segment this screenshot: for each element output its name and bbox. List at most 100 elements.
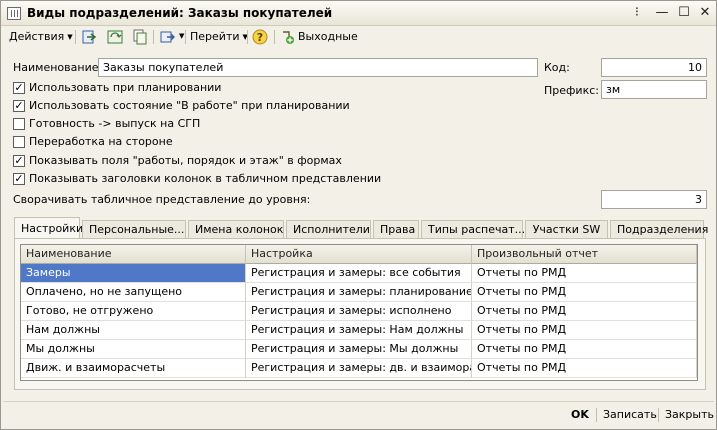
table-cell[interactable]: Регистрация и замеры: Мы должны <box>246 340 472 359</box>
code-value: 10 <box>688 61 702 74</box>
checkbox-box[interactable]: ✓ <box>13 155 25 167</box>
select-owner-icon[interactable] <box>81 29 97 45</box>
toolbar-separator <box>75 30 76 44</box>
table-row[interactable]: Готово, не отгружено Регистрация и замер… <box>21 302 697 321</box>
ok-button[interactable]: OK <box>571 407 589 423</box>
tab-departments[interactable]: Подразделения <box>610 220 708 239</box>
table-cell[interactable]: Регистрация и замеры: дв. и взаиморас... <box>246 359 472 378</box>
tab-label: Типы распечат... <box>428 223 526 236</box>
weekends-button[interactable]: Выходные <box>298 28 358 46</box>
actions-label: Действия <box>9 30 65 43</box>
refresh-icon[interactable] <box>107 29 123 45</box>
minimize-icon[interactable]: — <box>654 5 670 21</box>
toolbar-separator <box>247 30 248 44</box>
checkbox-label: Переработка на стороне <box>29 135 173 148</box>
table-cell[interactable]: Мы должны <box>21 340 246 359</box>
checkbox-label: Показывать поля "работы, порядок и этаж"… <box>29 154 342 167</box>
table-cell[interactable]: Регистрация и замеры: все события <box>246 264 472 283</box>
tab-rights[interactable]: Права <box>373 220 419 239</box>
table-cell[interactable]: Оплачено, но не запущено <box>21 283 246 302</box>
table-cell[interactable]: Отчеты по РМД <box>472 283 697 302</box>
tab-personal[interactable]: Персональные... <box>82 220 186 239</box>
tab-label: Настройки <box>21 222 84 235</box>
table-cell[interactable]: Готово, не отгружено <box>21 302 246 321</box>
code-label: Код: <box>544 61 570 74</box>
column-header-setting[interactable]: Настройка <box>246 245 472 264</box>
table-cell[interactable]: Движ. и взаиморасчеты <box>21 359 246 378</box>
checkbox-box[interactable]: ✓ <box>13 82 25 94</box>
close-button[interactable]: Закрыть <box>665 407 714 423</box>
move-icon[interactable] <box>159 29 175 45</box>
collapse-level-field[interactable]: 3 <box>601 190 707 209</box>
table-cell[interactable]: Отчеты по РМД <box>472 264 697 283</box>
catalog-icon <box>7 7 21 20</box>
close-icon[interactable]: ✕ <box>697 5 713 21</box>
goto-label: Перейти <box>190 30 240 43</box>
toolbar: Действия ▼ ▼ Перейти ▼ ? Выходные <box>1 26 716 48</box>
tab-sw-sections[interactable]: Участки SW <box>525 220 608 239</box>
tab-executors[interactable]: Исполнители <box>286 220 371 239</box>
table-cell[interactable]: Нам должны <box>21 321 246 340</box>
tab-label: Права <box>380 223 416 236</box>
menu-dots-icon[interactable]: ⁝ <box>629 5 645 21</box>
collapse-level-label: Сворачивать табличное представление до у… <box>13 193 311 206</box>
prefix-value: зм <box>606 83 621 96</box>
weekends-label: Выходные <box>298 30 358 43</box>
tab-label: Персональные... <box>89 223 185 236</box>
checkbox-box[interactable] <box>13 136 25 148</box>
name-label: Наименование: <box>13 61 103 74</box>
chevron-down-icon: ▼ <box>67 33 73 41</box>
tab-bar: Настройки Персональные... Имена колонок … <box>14 217 708 239</box>
column-header-report[interactable]: Произвольный отчет <box>472 245 697 264</box>
name-value: Заказы покупателей <box>103 61 224 74</box>
footer-separator <box>658 408 659 422</box>
table-row[interactable]: Оплачено, но не запущено Регистрация и з… <box>21 283 697 302</box>
table-cell[interactable]: Регистрация и замеры: исполнено <box>246 302 472 321</box>
tab-label: Подразделения <box>617 223 709 236</box>
tab-column-names[interactable]: Имена колонок <box>188 220 284 239</box>
chevron-down-icon[interactable]: ▼ <box>179 32 184 40</box>
table-row[interactable]: Замеры Регистрация и замеры: все события… <box>21 264 697 283</box>
checkbox-box[interactable]: ✓ <box>13 173 25 185</box>
help-icon[interactable]: ? <box>252 29 268 45</box>
column-header-name[interactable]: Наименование <box>21 245 246 264</box>
table-cell[interactable]: Отчеты по РМД <box>472 340 697 359</box>
checkbox-label: Показывать заголовки колонок в табличном… <box>29 172 382 185</box>
table-cell[interactable]: Регистрация и замеры: планирование <box>246 283 472 302</box>
actions-menu-button[interactable]: Действия ▼ <box>9 28 73 46</box>
checkbox-box[interactable] <box>13 118 25 130</box>
footer-separator <box>596 408 597 422</box>
footer-divider <box>3 401 714 402</box>
prefix-field[interactable]: зм <box>601 80 707 99</box>
tab-label: Исполнители <box>293 223 370 236</box>
table-row[interactable]: Нам должны Регистрация и замеры: Нам дол… <box>21 321 697 340</box>
title-bar: Виды подразделений: Заказы покупателей ⁝… <box>1 1 716 26</box>
checkbox-box[interactable]: ✓ <box>13 100 25 112</box>
tab-print-types[interactable]: Типы распечат... <box>421 220 526 239</box>
table-cell[interactable]: Отчеты по РМД <box>472 359 697 378</box>
name-field[interactable]: Заказы покупателей <box>98 58 538 77</box>
toolbar-separator <box>185 30 186 44</box>
checkbox-label: Готовность -> выпуск на СГП <box>29 117 201 130</box>
code-field[interactable]: 10 <box>601 58 707 77</box>
table-row[interactable]: Мы должны Регистрация и замеры: Мы должн… <box>21 340 697 359</box>
svg-text:?: ? <box>257 31 263 44</box>
settings-table[interactable]: Наименование Настройка Произвольный отче… <box>20 244 698 381</box>
copy-document-icon[interactable] <box>132 29 148 45</box>
table-row[interactable]: Движ. и взаиморасчеты Регистрация и заме… <box>21 359 697 378</box>
table-cell[interactable]: Отчеты по РМД <box>472 302 697 321</box>
prefix-label: Префикс: <box>544 84 599 97</box>
tab-label: Участки SW <box>532 223 601 236</box>
maximize-icon[interactable]: ☐ <box>676 5 692 21</box>
tab-settings[interactable]: Настройки <box>14 217 84 239</box>
save-button[interactable]: Записать <box>603 407 657 423</box>
table-cell[interactable]: Регистрация и замеры: Нам должны <box>246 321 472 340</box>
tab-label: Имена колонок <box>195 223 284 236</box>
document-window: Виды подразделений: Заказы покупателей ⁝… <box>0 0 717 430</box>
toolbar-separator <box>153 30 154 44</box>
collapse-level-value: 3 <box>695 193 702 206</box>
checkbox-label: Использовать состояние "В работе" при пл… <box>29 99 350 112</box>
table-cell[interactable]: Замеры <box>21 264 246 283</box>
table-cell[interactable]: Отчеты по РМД <box>472 321 697 340</box>
goto-menu-button[interactable]: Перейти ▼ <box>190 28 248 46</box>
